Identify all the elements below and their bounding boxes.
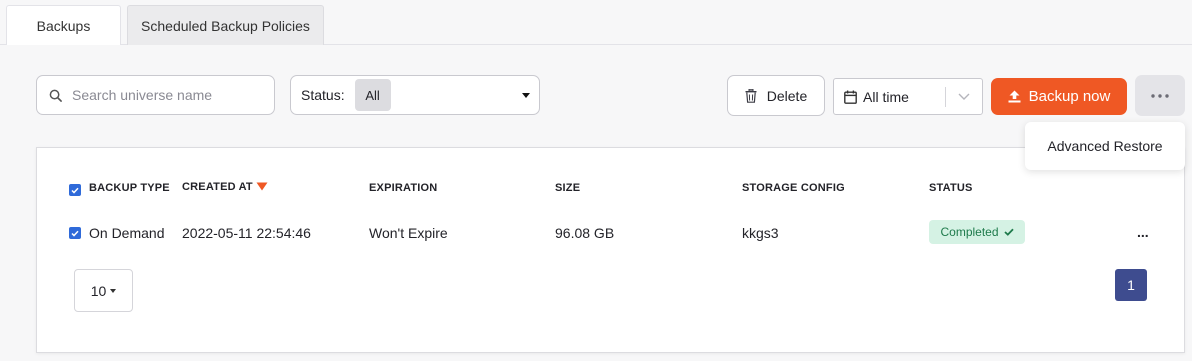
- upload-icon: [1008, 90, 1021, 103]
- time-range-select[interactable]: All time: [833, 78, 983, 115]
- page-size-select[interactable]: 10: [74, 269, 133, 312]
- search-box: [36, 75, 275, 115]
- column-header-backup-type[interactable]: BACKUP TYPE: [89, 182, 170, 194]
- tab-backups[interactable]: Backups: [6, 5, 121, 46]
- more-actions-button[interactable]: [1135, 75, 1185, 116]
- column-header-storage-config[interactable]: STORAGE CONFIG: [742, 182, 845, 194]
- page-button-current[interactable]: 1: [1115, 269, 1147, 301]
- tab-label: Backups: [36, 18, 91, 34]
- tab-scheduled-backup-policies[interactable]: Scheduled Backup Policies: [127, 5, 324, 45]
- column-header-expiration[interactable]: EXPIRATION: [369, 182, 437, 194]
- caret-down-icon: [110, 289, 117, 293]
- check-icon: [71, 187, 79, 194]
- column-header-size[interactable]: SIZE: [555, 182, 580, 194]
- tab-bar: Backups Scheduled Backup Policies: [0, 0, 1192, 46]
- page-number: 1: [1127, 277, 1135, 293]
- status-filter-value: All: [354, 79, 391, 111]
- select-all-checkbox[interactable]: [69, 184, 81, 196]
- menu-item-advanced-restore[interactable]: Advanced Restore: [1047, 138, 1162, 154]
- calendar-icon: [844, 90, 857, 104]
- cell-expiration: Won't Expire: [369, 225, 448, 241]
- row-actions-button[interactable]: ...: [1137, 224, 1149, 240]
- status-badge-label: Completed: [940, 225, 999, 239]
- cell-created-at: 2022-05-11 22:54:46: [182, 225, 311, 241]
- status-filter[interactable]: Status: All: [290, 75, 540, 115]
- delete-label: Delete: [766, 87, 808, 104]
- search-icon: [49, 89, 62, 102]
- ellipsis-icon: [1151, 93, 1169, 98]
- sort-descending-icon[interactable]: [256, 182, 268, 191]
- trash-icon: [745, 88, 757, 103]
- check-icon: [71, 230, 79, 237]
- status-badge: Completed: [929, 220, 1025, 244]
- time-range-label: All time: [863, 88, 909, 105]
- backup-now-label: Backup now: [1028, 88, 1111, 105]
- status-filter-label: Status:: [301, 87, 345, 103]
- delete-button[interactable]: Delete: [727, 75, 825, 116]
- row-checkbox[interactable]: [69, 227, 81, 239]
- page-size-value: 10: [90, 282, 107, 299]
- tab-label: Scheduled Backup Policies: [141, 17, 310, 34]
- more-actions-menu: Advanced Restore: [1025, 122, 1185, 170]
- backup-now-button[interactable]: Backup now: [991, 78, 1127, 115]
- backups-table-card: [36, 147, 1185, 353]
- search-input[interactable]: [72, 87, 262, 103]
- checkmark-icon: [1003, 228, 1014, 236]
- column-header-status[interactable]: STATUS: [929, 182, 973, 194]
- cell-storage-config: kkgs3: [742, 225, 779, 241]
- caret-down-icon: [522, 93, 530, 98]
- column-header-created-at[interactable]: CREATED AT: [182, 181, 253, 193]
- chevron-down-icon: [958, 93, 970, 100]
- cell-size: 96.08 GB: [555, 225, 615, 241]
- select-divider: [945, 87, 946, 107]
- cell-backup-type: On Demand: [89, 225, 165, 241]
